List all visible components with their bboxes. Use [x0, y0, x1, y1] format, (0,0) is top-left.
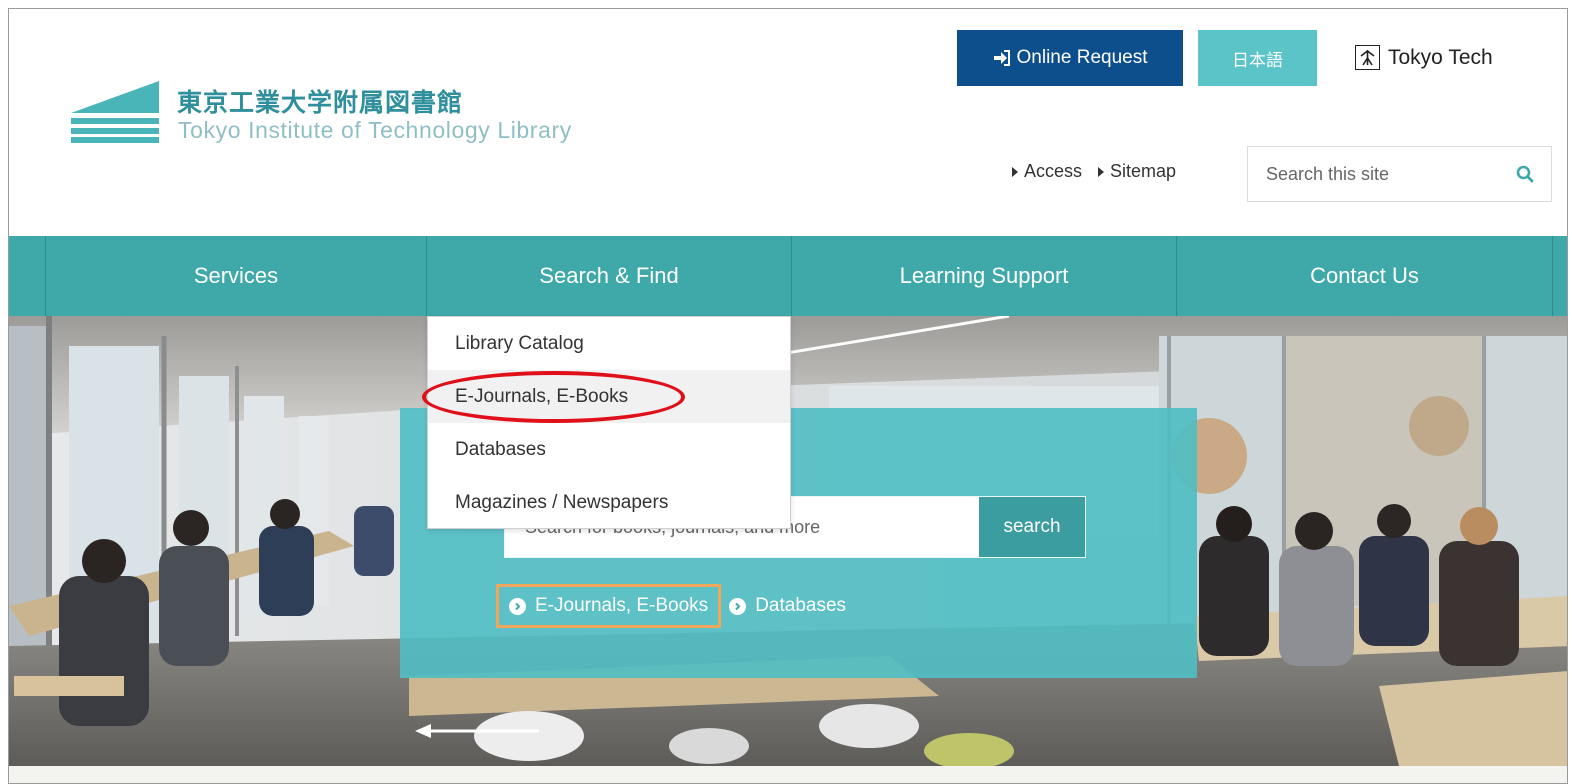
- site-search-input[interactable]: [1248, 147, 1499, 201]
- chevron-circle-right-icon: [729, 597, 747, 615]
- nav-item-search-find[interactable]: Search & Find: [427, 236, 791, 316]
- nav-item-learning-support[interactable]: Learning Support: [792, 236, 1176, 316]
- sign-in-icon: [993, 50, 1010, 66]
- library-logo-mark: [71, 81, 159, 143]
- tokyo-tech-logo[interactable]: Tokyo Tech: [1355, 45, 1493, 70]
- search-icon[interactable]: [1499, 165, 1551, 183]
- chevron-circle-right-icon: [509, 597, 526, 615]
- nav-divider: [1552, 236, 1553, 316]
- caret-right-icon: [1012, 166, 1018, 177]
- tokyo-tech-label: Tokyo Tech: [1388, 45, 1493, 69]
- menu-item-ejournals-ebooks[interactable]: E-Journals, E-Books: [428, 370, 790, 423]
- caret-right-icon: [1098, 166, 1105, 177]
- access-link[interactable]: Access: [1012, 161, 1082, 182]
- menu-item-databases[interactable]: Databases: [428, 423, 790, 476]
- quick-links: E-Journals, E-Books Databases: [496, 584, 856, 628]
- page-bottom-strip: [9, 766, 1567, 783]
- quick-link-databases[interactable]: Databases: [729, 587, 856, 625]
- quick-link-databases-label: Databases: [755, 595, 847, 616]
- tokyo-tech-emblem-icon: [1355, 45, 1380, 70]
- site-search-box: [1247, 146, 1552, 202]
- quick-link-ejournals-label: E-Journals, E-Books: [535, 595, 709, 616]
- catalog-search-button[interactable]: search: [979, 497, 1085, 557]
- search-find-dropdown-menu: Library Catalog E-Journals, E-Books Data…: [427, 316, 791, 529]
- access-link-label: Access: [1024, 161, 1083, 181]
- japanese-language-button[interactable]: 日本語: [1198, 30, 1317, 86]
- online-request-button[interactable]: Online Request: [957, 30, 1183, 86]
- sitemap-link-label: Sitemap: [1110, 161, 1177, 181]
- online-request-label: Online Request: [1016, 47, 1148, 68]
- menu-item-magazines-newspapers[interactable]: Magazines / Newspapers: [428, 476, 790, 529]
- browser-frame: 東京工業大学附属図書館 Tokyo Institute of Technolog…: [8, 8, 1568, 784]
- sitemap-link[interactable]: Sitemap: [1098, 161, 1176, 182]
- logo-japanese-name: 東京工業大学附属図書館: [177, 88, 464, 117]
- left-arrow-icon: [415, 724, 539, 738]
- utility-links: Access Sitemap: [1012, 161, 1176, 182]
- quick-link-ejournals-ebooks[interactable]: E-Journals, E-Books: [496, 584, 722, 628]
- logo-english-name: Tokyo Institute of Technology Library: [178, 117, 572, 143]
- main-navigation: Services Search & Find Learning Support …: [9, 236, 1567, 316]
- nav-item-services[interactable]: Services: [46, 236, 426, 316]
- menu-item-library-catalog[interactable]: Library Catalog: [428, 317, 790, 370]
- nav-item-contact-us[interactable]: Contact Us: [1177, 236, 1552, 316]
